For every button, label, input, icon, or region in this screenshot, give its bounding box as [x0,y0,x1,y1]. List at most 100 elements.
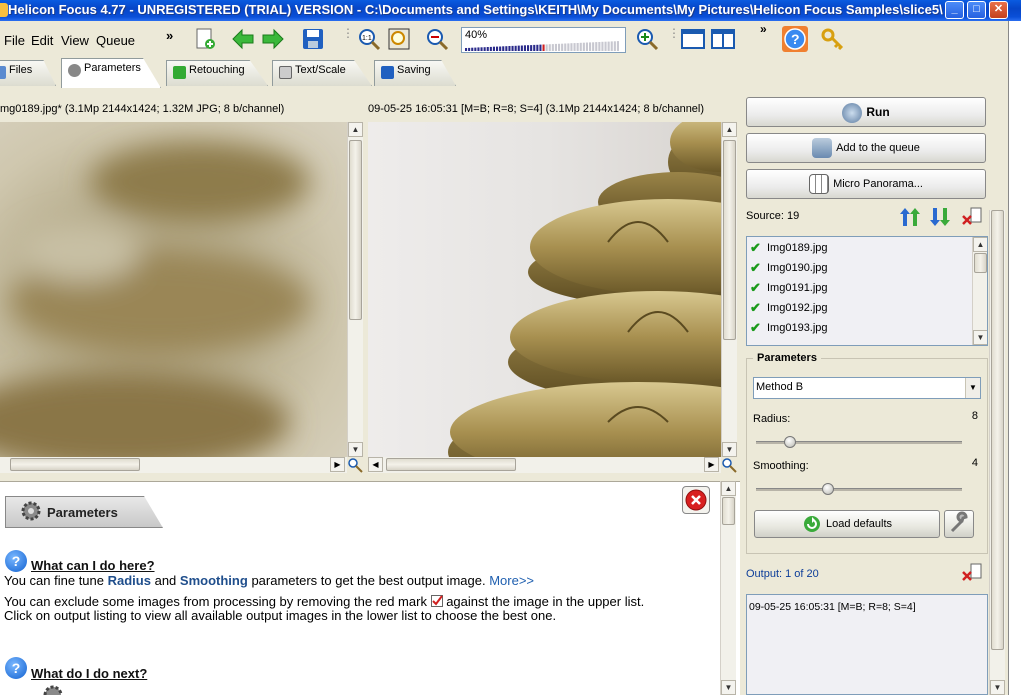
list-item[interactable]: ✔ Img0189.jpg [750,241,828,254]
maximize-button[interactable]: □ [967,1,986,19]
list-item[interactable]: 09-05-25 16:05:31 [M=B; R=8; S=4] [749,601,916,613]
add-queue-label: Add to the queue [836,142,920,154]
scroll-thumb[interactable] [723,140,736,340]
forward-arrow-icon[interactable] [260,26,286,52]
scroll-right-arrow[interactable]: ▶ [704,457,719,472]
radius-slider-thumb[interactable] [784,436,796,448]
right-horizontal-scrollbar[interactable]: ◀ ▶ [368,457,721,473]
method-select[interactable]: Method B [753,377,981,399]
zoom-bar-segment [520,45,523,51]
micro-panorama-button[interactable]: Micro Panorama... [746,169,986,199]
source-image-view[interactable] [0,122,347,457]
list-item[interactable]: ✔ Img0191.jpg [750,281,828,294]
scroll-thumb[interactable] [974,253,987,273]
scroll-thumb[interactable] [991,210,1004,650]
right-vertical-scrollbar[interactable]: ▲ ▼ [721,122,737,457]
source-list-scrollbar[interactable]: ▲ ▼ [972,237,987,345]
green-check-icon[interactable]: ✔ [750,301,762,314]
menu-file[interactable]: File [4,33,25,48]
svg-text:?: ? [791,31,800,47]
menu-view[interactable]: View [61,33,89,48]
zoom-bar-segment [508,46,511,51]
navigator-magnifier-icon[interactable] [721,457,737,473]
scroll-down-arrow[interactable]: ▼ [990,680,1005,695]
scroll-up-arrow[interactable]: ▲ [973,237,987,252]
scroll-down-arrow[interactable]: ▼ [722,442,737,457]
source-image-list[interactable]: ✔ Img0189.jpg ✔ Img0190.jpg ✔ Img0191.jpg ✔… [746,236,988,346]
single-view-icon[interactable] [680,26,706,52]
gear-icon [21,501,41,521]
run-button[interactable]: Run [746,97,986,127]
save-icon[interactable] [300,26,326,52]
output-image-view[interactable] [368,122,721,457]
split-view-icon[interactable] [710,26,736,52]
tab-retouching[interactable]: Retouching [166,60,268,86]
move-up-icon[interactable] [899,206,923,228]
green-check-icon[interactable]: ✔ [750,241,762,254]
close-window-button[interactable]: ✕ [989,1,1008,19]
scroll-right-arrow[interactable]: ▶ [330,457,345,472]
minimize-button[interactable]: _ [945,1,964,19]
help-text: You can fine tune [4,573,104,588]
remove-output-icon[interactable] [961,562,985,584]
zoom-actual-icon[interactable]: 1:1 [356,26,382,52]
zoom-bar-segment [486,47,489,51]
tab-text-scale[interactable]: Text/Scale [272,60,372,86]
scroll-left-arrow[interactable]: ◀ [368,457,383,472]
load-defaults-button[interactable]: Load defaults [754,510,940,538]
back-arrow-icon[interactable] [230,26,256,52]
scroll-down-arrow[interactable]: ▼ [973,330,987,345]
move-down-icon[interactable] [929,206,953,228]
close-help-button[interactable] [682,486,710,514]
scroll-thumb[interactable] [10,458,140,471]
zoom-out-icon[interactable] [424,26,450,52]
smoothing-slider-thumb[interactable] [822,483,834,495]
more-link[interactable]: More>> [489,573,534,588]
toolbar-separator: ⋮ [342,26,354,40]
scroll-thumb[interactable] [722,497,735,525]
scroll-thumb[interactable] [386,458,516,471]
scroll-down-arrow[interactable]: ▼ [721,680,736,695]
zoom-fit-icon[interactable] [386,26,412,52]
menu-queue[interactable]: Queue [96,33,135,48]
svg-text:1:1: 1:1 [362,35,372,42]
zoom-bar-segment [523,45,526,51]
help-text: You can exclude some images from process… [4,594,427,609]
navigator-magnifier-icon[interactable] [347,457,363,473]
tab-parameters[interactable]: Parameters [61,58,161,88]
green-check-icon[interactable]: ✔ [750,321,762,334]
menu-edit[interactable]: Edit [31,33,53,48]
gear-icon [43,685,63,695]
side-panel-scrollbar[interactable]: ▼ [989,210,1005,695]
tab-saving[interactable]: Saving [374,60,456,86]
remove-source-icon[interactable] [961,206,985,228]
list-item[interactable]: ✔ Img0190.jpg [750,261,828,274]
zoom-bar-segment [489,46,492,51]
new-file-icon[interactable] [192,26,218,52]
scroll-down-arrow[interactable]: ▼ [348,442,363,457]
register-key-icon[interactable] [820,26,846,52]
scroll-up-arrow[interactable]: ▲ [348,122,363,137]
output-image-list[interactable]: 09-05-25 16:05:31 [M=B; R=8; S=4] [746,594,988,695]
tab-files[interactable]: Files [0,60,56,86]
left-vertical-scrollbar[interactable]: ▲ ▼ [347,122,363,457]
zoom-in-icon[interactable] [634,26,660,52]
chevron-down-icon[interactable]: ▼ [965,378,980,398]
zoom-bar-segment [465,48,468,51]
list-item[interactable]: ✔ Img0192.jpg [750,301,828,314]
help-icon[interactable]: ? [782,26,808,52]
help-vertical-scrollbar[interactable]: ▲ ▼ [720,481,736,695]
green-check-icon[interactable]: ✔ [750,281,762,294]
left-horizontal-scrollbar[interactable]: ▶ [0,457,347,473]
add-to-queue-button[interactable]: Add to the queue [746,133,986,163]
list-item[interactable]: ✔ Img0193.jpg [750,321,828,334]
scroll-up-arrow[interactable]: ▲ [721,481,736,496]
scroll-thumb[interactable] [349,140,362,320]
left-pane-header: mg0189.jpg* (3.1Mp 2144x1424; 1.32M JPG;… [0,103,285,115]
zoom-slider[interactable]: 40% [461,27,626,53]
smoothing-slider-track[interactable] [756,488,962,491]
settings-button[interactable] [944,510,974,538]
toolbar-grip-icon: » [166,28,174,43]
green-check-icon[interactable]: ✔ [750,261,762,274]
scroll-up-arrow[interactable]: ▲ [722,122,737,137]
